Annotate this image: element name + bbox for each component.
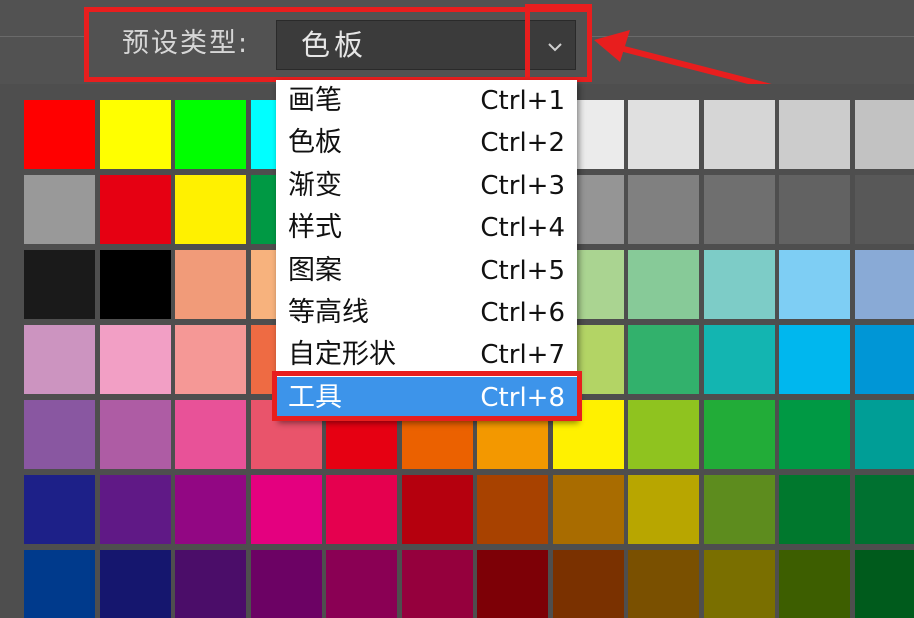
- color-swatch[interactable]: [854, 400, 914, 469]
- color-swatch[interactable]: [24, 475, 95, 544]
- color-swatch[interactable]: [703, 325, 775, 394]
- menu-item[interactable]: 等高线 Ctrl+6: [276, 292, 577, 334]
- preset-manager-panel: 预设类型: 色板 画笔 Ctrl+1 色板 Ctrl+2 渐变 Ctrl+3 样式 Ctrl+…: [0, 0, 914, 618]
- color-swatch[interactable]: [99, 550, 171, 618]
- color-swatch[interactable]: [628, 175, 699, 244]
- color-swatch[interactable]: [175, 475, 246, 544]
- menu-item-label: 图案: [288, 254, 342, 286]
- color-swatch[interactable]: [779, 325, 850, 394]
- color-swatch[interactable]: [175, 550, 246, 618]
- color-swatch[interactable]: [99, 400, 171, 469]
- menu-item-shortcut: Ctrl+5: [480, 255, 565, 286]
- menu-item[interactable]: 画笔 Ctrl+1: [276, 80, 577, 122]
- color-swatch[interactable]: [24, 100, 95, 169]
- color-swatch[interactable]: [854, 100, 914, 169]
- color-swatch[interactable]: [24, 400, 95, 469]
- menu-item[interactable]: 样式 Ctrl+4: [276, 207, 577, 249]
- color-swatch[interactable]: [99, 250, 171, 319]
- color-swatch[interactable]: [326, 550, 397, 618]
- color-swatch[interactable]: [175, 250, 246, 319]
- color-swatch[interactable]: [175, 400, 246, 469]
- color-swatch[interactable]: [175, 100, 246, 169]
- color-swatch[interactable]: [628, 400, 699, 469]
- color-swatch[interactable]: [401, 475, 473, 544]
- menu-item-shortcut: Ctrl+4: [480, 213, 565, 244]
- color-swatch[interactable]: [854, 475, 914, 544]
- color-swatch[interactable]: [779, 100, 850, 169]
- color-swatch[interactable]: [175, 325, 246, 394]
- color-swatch[interactable]: [779, 475, 850, 544]
- menu-item-label: 画笔: [288, 85, 342, 116]
- color-swatch[interactable]: [24, 325, 95, 394]
- color-swatch[interactable]: [628, 325, 699, 394]
- color-swatch[interactable]: [854, 250, 914, 319]
- color-swatch[interactable]: [24, 175, 95, 244]
- color-swatch[interactable]: [628, 100, 699, 169]
- color-swatch[interactable]: [24, 250, 95, 319]
- color-swatch[interactable]: [250, 550, 322, 618]
- preset-type-menu: 画笔 Ctrl+1 色板 Ctrl+2 渐变 Ctrl+3 样式 Ctrl+4 图案 Ctrl+5…: [276, 80, 577, 420]
- color-swatch[interactable]: [552, 550, 624, 618]
- color-swatch[interactable]: [703, 250, 775, 319]
- color-swatch[interactable]: [703, 550, 775, 618]
- color-swatch[interactable]: [477, 475, 548, 544]
- color-swatch[interactable]: [703, 400, 775, 469]
- color-swatch[interactable]: [854, 550, 914, 618]
- menu-item-label: 等高线: [288, 297, 369, 328]
- menu-item-shortcut: Ctrl+2: [480, 128, 565, 159]
- color-swatch[interactable]: [99, 100, 171, 169]
- color-swatch[interactable]: [99, 475, 171, 544]
- color-swatch[interactable]: [326, 475, 397, 544]
- color-swatch[interactable]: [628, 475, 699, 544]
- color-swatch[interactable]: [779, 250, 850, 319]
- color-swatch[interactable]: [703, 475, 775, 544]
- highlight-box-dropdown-arrow: [525, 4, 592, 82]
- menu-item[interactable]: 渐变 Ctrl+3: [276, 165, 577, 207]
- color-swatch[interactable]: [628, 550, 699, 618]
- color-swatch[interactable]: [854, 175, 914, 244]
- menu-item-shortcut: Ctrl+1: [480, 86, 565, 116]
- color-swatch[interactable]: [552, 475, 624, 544]
- color-swatch[interactable]: [703, 100, 775, 169]
- color-swatch[interactable]: [24, 550, 95, 618]
- color-swatch[interactable]: [99, 175, 171, 244]
- menu-item-shortcut: Ctrl+3: [480, 170, 565, 201]
- menu-item-label: 色板: [288, 127, 342, 159]
- color-swatch[interactable]: [779, 550, 850, 618]
- menu-item[interactable]: 图案 Ctrl+5: [276, 250, 577, 292]
- color-swatch[interactable]: [401, 550, 473, 618]
- color-swatch[interactable]: [250, 475, 322, 544]
- highlight-box-tools-item: [272, 371, 582, 421]
- color-swatch[interactable]: [628, 250, 699, 319]
- color-swatch[interactable]: [779, 175, 850, 244]
- header-divider-left: [0, 36, 86, 37]
- menu-item-label: 渐变: [288, 169, 342, 201]
- menu-item[interactable]: 色板 Ctrl+2: [276, 122, 577, 164]
- color-swatch[interactable]: [99, 325, 171, 394]
- menu-item-shortcut: Ctrl+6: [480, 298, 565, 328]
- color-swatch[interactable]: [854, 325, 914, 394]
- color-swatch[interactable]: [703, 175, 775, 244]
- highlight-box-preset-select: [84, 7, 592, 82]
- menu-item-label: 样式: [288, 212, 342, 244]
- color-swatch[interactable]: [477, 550, 548, 618]
- color-swatch[interactable]: [175, 175, 246, 244]
- color-swatch[interactable]: [779, 400, 850, 469]
